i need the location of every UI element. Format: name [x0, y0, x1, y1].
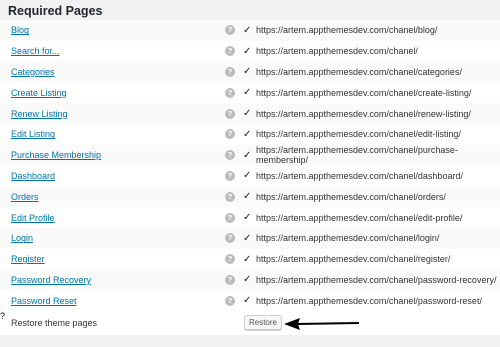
help-icon[interactable]: ? [225, 150, 235, 161]
page-link[interactable]: Password Reset [11, 296, 77, 306]
help-icon[interactable]: ? [0, 311, 5, 321]
page-url: https://artem.appthemesdev.com/chanel/pu… [256, 145, 458, 166]
page-row: Dashboard? ✓ https://artem.appthemesdev.co… [0, 165, 500, 187]
page-url: https://artem.appthemesdev.com/chanel/ed… [256, 129, 461, 140]
help-icon[interactable]: ? [225, 212, 235, 223]
page-row: Password Reset? ✓ https://artem.appthemesd… [0, 290, 500, 312]
page-row: Password Recovery? ✓ https://artem.appthem… [0, 269, 500, 291]
required-pages-table: Blog? ✓ https://artem.appthemesdev.com/cha… [0, 20, 500, 336]
page-url: https://artem.appthemesdev.com/chanel/re… [256, 108, 471, 119]
page-url: https://artem.appthemesdev.com/chanel/or… [256, 191, 446, 202]
page-row: Orders? ✓ https://artem.appthemesdev.com/c… [0, 186, 500, 208]
page-link[interactable]: Dashboard [11, 171, 55, 181]
page-url: https://artem.appthemesdev.com/chanel/pa… [256, 295, 482, 306]
help-icon[interactable]: ? [225, 129, 235, 140]
check-icon: ✓ [243, 24, 252, 36]
page-link[interactable]: Search for... [11, 46, 60, 56]
restore-button[interactable]: Restore [244, 315, 282, 331]
help-icon[interactable]: ? [225, 66, 235, 77]
page-url: https://artem.appthemesdev.com/chanel/ed… [256, 212, 463, 223]
help-icon[interactable]: ? [225, 25, 235, 36]
page-url: https://artem.appthemesdev.com/chanel/da… [256, 170, 463, 181]
help-icon[interactable]: ? [225, 191, 235, 202]
page-link[interactable]: Blog [11, 25, 29, 35]
check-icon: ✓ [243, 108, 252, 120]
page-row: Register? ✓ https://artem.appthemesdev.com… [0, 248, 500, 270]
page-row: Edit Listing? ✓ https://artem.appthemesdev… [0, 123, 500, 145]
check-icon: ✓ [243, 128, 252, 140]
check-icon: ✓ [243, 253, 252, 265]
check-icon: ✓ [243, 212, 252, 224]
page-row: Blog? ✓ https://artem.appthemesdev.com/cha… [0, 20, 500, 41]
check-icon: ✓ [243, 87, 252, 99]
check-icon: ✓ [243, 274, 252, 286]
page-row: Create Listing? ✓ https://artem.appthemesd… [0, 82, 500, 104]
page-url: https://artem.appthemesdev.com/chanel/re… [256, 254, 451, 265]
help-icon[interactable]: ? [225, 254, 235, 265]
help-icon[interactable]: ? [225, 170, 235, 181]
page-link[interactable]: Orders [11, 192, 39, 202]
page-url: https://artem.appthemesdev.com/chanel/lo… [256, 233, 440, 244]
restore-row: Restore theme pages ? Restore [0, 311, 500, 336]
check-icon: ✓ [243, 232, 252, 244]
page-link[interactable]: Password Recovery [11, 275, 91, 285]
page-row: Search for...? ✓ https://artem.appthemesde… [0, 40, 500, 62]
check-icon: ✓ [243, 170, 252, 182]
check-icon: ✓ [243, 295, 252, 307]
help-icon[interactable]: ? [225, 87, 235, 98]
page-link[interactable]: Create Listing [11, 88, 67, 98]
check-icon: ✓ [243, 191, 252, 203]
restore-label: Restore theme pages [11, 318, 98, 329]
page-url: https://artem.appthemesdev.com/chanel/ca… [256, 66, 462, 77]
page-url: https://artem.appthemesdev.com/chanel/cr… [256, 87, 472, 98]
help-icon[interactable]: ? [225, 108, 235, 119]
page-link[interactable]: Edit Profile [11, 213, 55, 223]
help-icon[interactable]: ? [225, 233, 235, 244]
check-icon: ✓ [243, 45, 252, 57]
page-url: https://artem.appthemesdev.com/chanel/pa… [256, 274, 497, 285]
help-icon[interactable]: ? [225, 295, 235, 306]
page-link[interactable]: Edit Listing [11, 129, 55, 139]
check-icon: ✓ [243, 66, 252, 78]
page-link[interactable]: Register [11, 254, 45, 264]
page-link[interactable]: Renew Listing [11, 109, 68, 119]
arrow-annotation-icon [284, 318, 360, 330]
page-row: Edit Profile? ✓ https://artem.appthemesdev… [0, 207, 500, 228]
page-link[interactable]: Login [11, 233, 33, 243]
page-link[interactable]: Purchase Membership [11, 150, 101, 160]
page-row: Login? ✓ https://artem.appthemesdev.com/ch… [0, 227, 500, 249]
help-icon[interactable]: ? [225, 46, 235, 57]
page-row: Categories? ✓ https://artem.appthemesdev.c… [0, 61, 500, 83]
check-icon: ✓ [243, 149, 252, 161]
page-link[interactable]: Categories [11, 67, 55, 77]
page-url: https://artem.appthemesdev.com/chanel/bl… [256, 25, 438, 36]
page-row: Purchase Membership? ✓ https://artem.appth… [0, 144, 500, 166]
help-icon[interactable]: ? [225, 274, 235, 285]
page-url: https://artem.appthemesdev.com/chanel/ [256, 46, 418, 57]
page-row: Renew Listing? ✓ https://artem.appthemesde… [0, 103, 500, 124]
